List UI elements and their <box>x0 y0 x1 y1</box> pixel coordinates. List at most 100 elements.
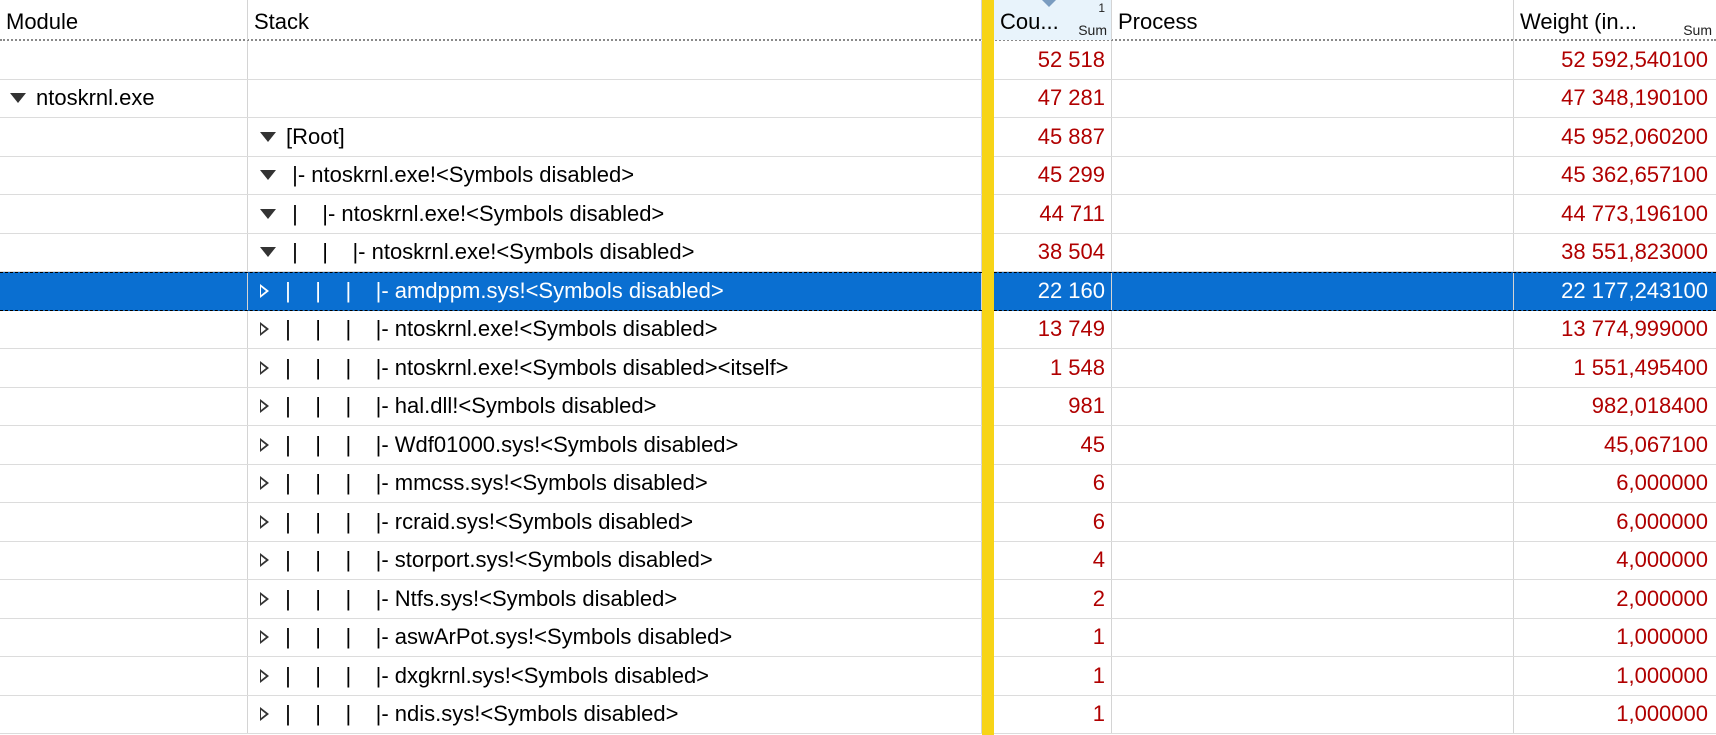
expand-toggle-icon[interactable] <box>260 476 269 491</box>
stack-frame: | | | |- dxgkrnl.sys!<Symbols disabled> <box>279 662 710 688</box>
weight-value: 6,000000 <box>1616 508 1708 534</box>
count-cell: 52 518 <box>994 41 1112 79</box>
stack-frame: | | | |- amdppm.sys!<Symbols disabled> <box>279 278 724 304</box>
table-body: 52 518 52 592,540100 ntoskrnl.exe 47 281 47 … <box>0 41 1716 734</box>
count-value: 38 504 <box>1037 239 1105 265</box>
collapse-toggle-icon[interactable] <box>260 208 276 219</box>
process-cell <box>1112 387 1514 425</box>
count-cell: 6 <box>994 464 1112 502</box>
collapse-toggle-icon[interactable] <box>260 131 276 142</box>
count-cell: 45 299 <box>994 156 1112 194</box>
weight-cell: 1 551,495400 <box>1514 349 1716 387</box>
stack-table: Module Stack Cou... 1 Sum Process Weight… <box>0 0 1716 735</box>
table-row[interactable]: | |- ntoskrnl.exe!<Symbols disabled> 44 7… <box>0 195 1716 234</box>
weight-value: 47 348,190100 <box>1561 85 1708 111</box>
table-header: Module Stack Cou... 1 Sum Process Weight… <box>0 0 1716 41</box>
table-row[interactable]: | | | |- storport.sys!<Symbols disabled>… <box>0 541 1716 580</box>
table-row[interactable]: | | | |- mmcss.sys!<Symbols disabled> 6 6,… <box>0 464 1716 503</box>
stack-cell <box>248 41 982 79</box>
table-row[interactable]: | | | |- Wdf01000.sys!<Symbols disabled>… <box>0 426 1716 465</box>
stack-cell: | | |- ntoskrnl.exe!<Symbols disabled> <box>248 233 982 271</box>
table-row[interactable]: | | | |- rcraid.sys!<Symbols disabled> 6 6… <box>0 503 1716 542</box>
weight-cell: 38 551,823000 <box>1514 234 1716 272</box>
process-cell <box>1112 156 1514 194</box>
count-value: 4 <box>1092 547 1105 573</box>
table-row[interactable]: | | | |- ntoskrnl.exe!<Symbols disabled>… <box>0 310 1716 349</box>
expand-toggle-icon[interactable] <box>260 668 269 683</box>
process-cell <box>1112 695 1514 733</box>
expand-toggle-icon[interactable] <box>10 93 26 104</box>
expand-toggle-icon[interactable] <box>260 437 269 452</box>
count-cell: 38 504 <box>994 233 1112 271</box>
table-row[interactable]: | | | |- ndis.sys!<Symbols disabled> 1 1,0… <box>0 695 1716 734</box>
table-row[interactable]: | | | |- aswArPot.sys!<Symbols disabled>… <box>0 618 1716 657</box>
table-row[interactable]: 52 518 52 592,540100 <box>0 41 1716 80</box>
expand-toggle-icon[interactable] <box>260 514 269 529</box>
count-cell: 45 <box>994 426 1112 464</box>
column-header-count[interactable]: Cou... 1 Sum <box>994 0 1112 40</box>
count-value: 45 <box>1080 431 1105 457</box>
count-cell: 45 887 <box>994 118 1112 156</box>
module-cell <box>0 349 248 387</box>
expand-toggle-icon[interactable] <box>260 707 269 722</box>
count-value: 1 <box>1092 701 1105 727</box>
weight-cell: 22 177,243100 <box>1514 273 1716 310</box>
module-cell <box>0 657 248 695</box>
stack-frame: | | |- ntoskrnl.exe!<Symbols disabled> <box>286 239 695 265</box>
weight-cell: 1,000000 <box>1514 619 1716 657</box>
stack-cell: | | | |- amdppm.sys!<Symbols disabled> <box>248 273 982 310</box>
count-value: 1 <box>1092 624 1105 650</box>
table-row[interactable]: | | | |- dxgkrnl.sys!<Symbols disabled> 1… <box>0 657 1716 696</box>
process-cell <box>1112 273 1514 310</box>
table-row[interactable]: | | | |- amdppm.sys!<Symbols disabled> 22… <box>0 272 1716 311</box>
expand-toggle-icon[interactable] <box>260 591 269 606</box>
stack-frame: | | | |- ntoskrnl.exe!<Symbols disabled> <box>279 316 718 342</box>
process-cell <box>1112 195 1514 233</box>
grouping-divider-bar[interactable] <box>982 0 994 735</box>
expand-toggle-icon[interactable] <box>260 322 269 337</box>
stack-cell: | | | |- rcraid.sys!<Symbols disabled> <box>248 503 982 541</box>
count-value: 13 749 <box>1037 316 1105 342</box>
aggregate-label-weight: Sum <box>1683 22 1712 38</box>
expand-toggle-icon[interactable] <box>260 630 269 645</box>
stack-cell: |- ntoskrnl.exe!<Symbols disabled> <box>248 156 982 194</box>
table-row[interactable]: |- ntoskrnl.exe!<Symbols disabled> 45 299… <box>0 156 1716 195</box>
expand-toggle-icon[interactable] <box>260 360 269 375</box>
count-cell: 1 548 <box>994 349 1112 387</box>
expand-toggle-icon[interactable] <box>260 284 269 299</box>
stack-cell <box>248 79 982 117</box>
module-cell <box>0 695 248 733</box>
table-row[interactable]: | | |- ntoskrnl.exe!<Symbols disabled> 38… <box>0 233 1716 272</box>
table-row[interactable]: | | | |- hal.dll!<Symbols disabled> 981 98… <box>0 387 1716 426</box>
process-cell <box>1112 233 1514 271</box>
column-header-count-label: Cou... <box>1000 9 1059 34</box>
column-header-module-label: Module <box>6 9 79 34</box>
column-header-weight-label: Weight (in... <box>1520 9 1637 34</box>
expand-toggle-icon[interactable] <box>260 399 269 414</box>
column-header-stack[interactable]: Stack <box>248 0 982 40</box>
count-value: 44 711 <box>1039 200 1105 226</box>
column-header-module[interactable]: Module <box>0 0 248 40</box>
weight-value: 1,000000 <box>1616 662 1708 688</box>
stack-frame: | | | |- Ntfs.sys!<Symbols disabled> <box>279 585 678 611</box>
weight-value: 45 362,657100 <box>1561 162 1708 188</box>
table-row[interactable]: | | | |- Ntfs.sys!<Symbols disabled> 2 2,0… <box>0 580 1716 619</box>
expand-toggle-icon[interactable] <box>260 553 269 568</box>
table-row[interactable]: [Root] 45 887 45 952,060200 <box>0 118 1716 157</box>
module-cell <box>0 41 248 79</box>
module-cell <box>0 580 248 618</box>
table-row[interactable]: ntoskrnl.exe 47 281 47 348,190100 <box>0 79 1716 118</box>
process-cell <box>1112 118 1514 156</box>
module-cell <box>0 541 248 579</box>
column-header-process[interactable]: Process <box>1112 0 1514 40</box>
stack-cell: [Root] <box>248 118 982 156</box>
collapse-toggle-icon[interactable] <box>260 170 276 181</box>
collapse-toggle-icon[interactable] <box>260 247 276 258</box>
stack-cell: | | | |- aswArPot.sys!<Symbols disabled> <box>248 618 982 656</box>
module-cell <box>0 233 248 271</box>
table-row[interactable]: | | | |- ntoskrnl.exe!<Symbols disabled>… <box>0 349 1716 388</box>
weight-value: 52 592,540100 <box>1561 46 1708 72</box>
stack-frame: | | | |- rcraid.sys!<Symbols disabled> <box>279 508 694 534</box>
process-cell <box>1112 503 1514 541</box>
column-header-weight[interactable]: Weight (in... Sum <box>1514 0 1716 40</box>
